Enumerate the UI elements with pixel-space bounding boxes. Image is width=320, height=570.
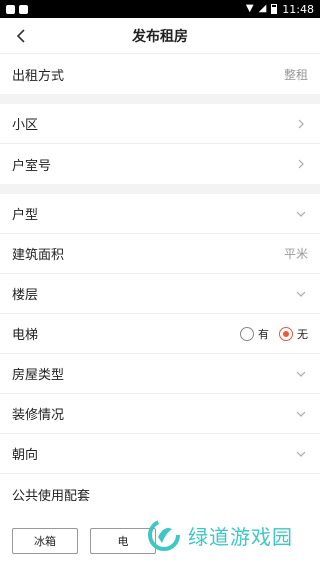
area-input[interactable]: 平米 — [284, 245, 308, 262]
elevator-option-no[interactable]: 无 — [279, 326, 308, 342]
wifi-icon: ▼ — [245, 3, 254, 14]
notification-icon — [19, 4, 28, 14]
section-gap — [0, 94, 320, 104]
notification-icon — [6, 4, 15, 14]
radio-unchecked-icon — [240, 326, 254, 341]
elevator-option-no-label: 无 — [297, 327, 308, 341]
house-type-row[interactable]: 房屋类型 — [0, 354, 320, 394]
house-type-label: 房屋类型 — [12, 368, 65, 383]
details-section: 户型 建筑面积 平米 楼层 电梯 有 无 房屋类型 装修情况 朝向 公共使用配套 — [0, 194, 320, 514]
area-row[interactable]: 建筑面积 平米 — [0, 234, 320, 274]
room-number-row[interactable]: 户室号 — [0, 144, 320, 184]
decoration-row[interactable]: 装修情况 — [0, 394, 320, 434]
facilities-chip-list: 冰箱 电 — [12, 528, 308, 554]
app-header: 发布租房 — [0, 18, 320, 54]
rental-method-section: 出租方式 整租 — [0, 54, 320, 94]
elevator-radio-group: 有 无 — [240, 326, 308, 342]
chevron-down-icon — [296, 451, 306, 457]
back-arrow-icon[interactable] — [12, 26, 32, 46]
elevator-option-yes[interactable]: 有 — [240, 326, 269, 342]
floor-label: 楼层 — [12, 288, 39, 303]
elevator-label: 电梯 — [12, 328, 39, 343]
orientation-row[interactable]: 朝向 — [0, 434, 320, 474]
chevron-down-icon — [296, 411, 306, 417]
system-status: ▼ ◢ 11:48 — [246, 3, 314, 16]
facilities-row: 公共使用配套 — [0, 474, 320, 514]
area-label: 建筑面积 — [12, 248, 65, 263]
facility-chip-second[interactable]: 电 — [90, 528, 156, 554]
clock: 11:48 — [282, 2, 314, 16]
chevron-down-icon — [296, 371, 306, 377]
facility-chip-fridge[interactable]: 冰箱 — [12, 528, 78, 554]
chevron-down-icon — [296, 211, 306, 217]
page-title: 发布租房 — [132, 28, 188, 45]
chevron-right-icon — [298, 159, 304, 169]
rental-method-label: 出租方式 — [12, 68, 65, 84]
rental-method-row[interactable]: 出租方式 整租 — [0, 54, 320, 94]
orientation-label: 朝向 — [12, 448, 39, 463]
layout-label: 户型 — [12, 208, 39, 223]
facilities-chip-area: 冰箱 电 — [0, 514, 320, 570]
battery-icon — [271, 4, 278, 14]
rental-method-value: 整租 — [283, 67, 308, 82]
community-row[interactable]: 小区 — [0, 104, 320, 144]
chevron-down-icon — [296, 291, 306, 297]
elevator-row: 电梯 有 无 — [0, 314, 320, 354]
location-section: 小区 户室号 — [0, 104, 320, 184]
decoration-label: 装修情况 — [12, 408, 65, 423]
facilities-label: 公共使用配套 — [12, 488, 91, 504]
notification-icons — [6, 4, 28, 14]
floor-row[interactable]: 楼层 — [0, 274, 320, 314]
elevator-option-yes-label: 有 — [258, 327, 269, 341]
room-number-label: 户室号 — [12, 158, 52, 174]
status-bar: ▼ ◢ 11:48 — [0, 0, 320, 18]
signal-icon: ◢ — [258, 3, 267, 14]
chevron-right-icon — [298, 119, 304, 128]
layout-row[interactable]: 户型 — [0, 194, 320, 234]
section-gap — [0, 184, 320, 194]
radio-checked-icon — [279, 326, 293, 341]
community-label: 小区 — [12, 118, 39, 133]
